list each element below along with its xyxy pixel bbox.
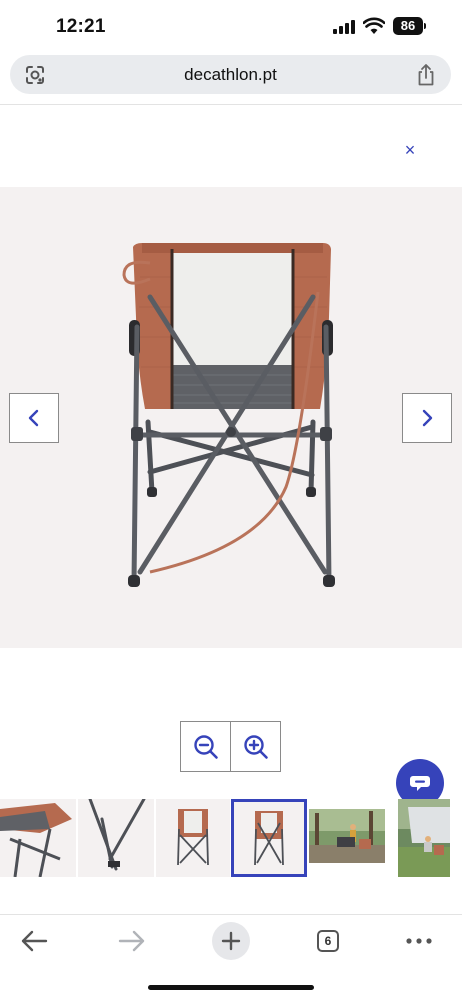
- status-time: 12:21: [56, 16, 106, 37]
- forward-button[interactable]: [110, 919, 154, 963]
- plus-icon: [212, 922, 250, 960]
- new-tab-button[interactable]: [209, 919, 253, 963]
- tabs-button[interactable]: 6: [306, 919, 350, 963]
- more-button[interactable]: [397, 919, 441, 963]
- zoom-in-icon: [243, 734, 268, 759]
- status-bar: 12:21 86: [0, 0, 462, 54]
- close-gallery-button[interactable]: ×: [398, 138, 422, 162]
- chat-icon: [410, 776, 430, 791]
- wifi-icon: [363, 17, 385, 34]
- battery-level: 86: [393, 17, 423, 35]
- thumbnail-image: [78, 799, 154, 877]
- close-icon: ×: [404, 140, 416, 160]
- divider: [0, 104, 462, 105]
- share-icon[interactable]: [415, 63, 437, 87]
- url-text[interactable]: decathlon.pt: [10, 65, 451, 85]
- zoom-out-button[interactable]: [181, 722, 230, 771]
- zoom-in-button[interactable]: [230, 722, 280, 771]
- cellular-signal-icon: [333, 20, 355, 34]
- arrow-right-icon: [118, 930, 145, 952]
- back-button[interactable]: [12, 919, 56, 963]
- battery-tip: [424, 23, 426, 29]
- thumbnail-4-selected[interactable]: [231, 799, 307, 877]
- previous-image-button[interactable]: [9, 393, 59, 443]
- thumbnail-image: [156, 799, 230, 877]
- thumbnail-image: [398, 799, 450, 877]
- thumbnail-1[interactable]: [0, 799, 76, 877]
- next-image-button[interactable]: [402, 393, 452, 443]
- zoom-controls: [180, 721, 281, 772]
- arrow-left-icon: [21, 930, 48, 952]
- thumbnail-3[interactable]: [156, 799, 230, 877]
- more-icon: [406, 938, 432, 944]
- zoom-out-icon: [193, 734, 218, 759]
- thumbnail-6[interactable]: [398, 799, 450, 877]
- thumbnail-image: [309, 799, 385, 877]
- home-indicator: [148, 985, 314, 990]
- thumbnail-image: [231, 799, 307, 877]
- tabs-count: 6: [317, 930, 339, 952]
- camping-chair-image: [122, 243, 335, 587]
- address-bar[interactable]: decathlon.pt: [10, 55, 451, 94]
- thumbnail-image: [0, 799, 76, 877]
- chevron-right-icon: [422, 409, 433, 427]
- thumbnail-strip[interactable]: [0, 799, 462, 877]
- browser-toolbar: 6: [0, 915, 462, 965]
- product-image-viewer[interactable]: [0, 187, 462, 648]
- thumbnail-2[interactable]: [78, 799, 154, 877]
- chevron-left-icon: [28, 409, 39, 427]
- thumbnail-5[interactable]: [309, 799, 385, 877]
